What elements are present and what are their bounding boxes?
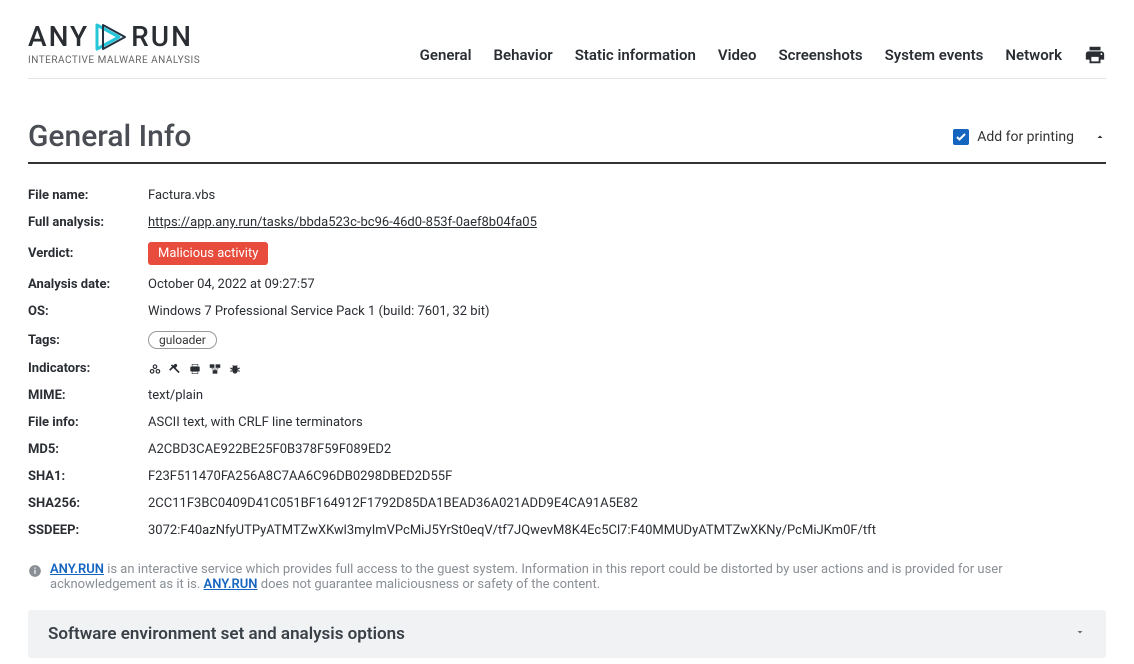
value-sha1: F23F511470FA256A8C7AA6C96DB0298DBED2D55F [148, 469, 452, 484]
chevron-down-icon [1074, 626, 1086, 642]
accordion-software-env[interactable]: Software environment set and analysis op… [28, 610, 1106, 658]
row-sha1: SHA1:F23F511470FA256A8C7AA6C96DB0298DBED… [28, 463, 1106, 490]
tools-icon [168, 362, 182, 376]
row-mime: MIME:text/plain [28, 382, 1106, 409]
nav-general[interactable]: General [420, 46, 472, 64]
row-filename: File name:Factura.vbs [28, 182, 1106, 209]
nav-screenshots[interactable]: Screenshots [779, 46, 863, 64]
logo-text-1: ANY [28, 20, 89, 53]
header: ANY RUN INTERACTIVE MALWARE ANALYSIS Gen… [28, 0, 1106, 79]
main-nav: General Behavior Static information Vide… [420, 46, 1062, 64]
network-icon [208, 362, 222, 376]
row-os: OS:Windows 7 Professional Service Pack 1… [28, 298, 1106, 325]
value-file-info: ASCII text, with CRLF line terminators [148, 415, 363, 430]
info-icon [28, 564, 42, 582]
add-for-printing-checkbox[interactable]: Add for printing [953, 129, 1074, 145]
row-sha256: SHA256:2CC11F3BC0409D41C051BF164912F1792… [28, 490, 1106, 517]
row-analysis-date: Analysis date:October 04, 2022 at 09:27:… [28, 271, 1106, 298]
row-tags: Tags:guloader [28, 325, 1106, 355]
indicator-icons [148, 362, 242, 376]
row-indicators: Indicators: [28, 355, 1106, 382]
nav-network[interactable]: Network [1005, 46, 1062, 64]
value-filename: Factura.vbs [148, 188, 215, 203]
section-header: General Info Add for printing [28, 119, 1106, 164]
row-full-analysis: Full analysis:https://app.any.run/tasks/… [28, 209, 1106, 236]
nav-video[interactable]: Video [718, 46, 757, 64]
row-md5: MD5:A2CBD3CAE922BE25F0B378F59F089ED2 [28, 436, 1106, 463]
value-md5: A2CBD3CAE922BE25F0B378F59F089ED2 [148, 442, 391, 457]
biohazard-icon [148, 362, 162, 376]
info-list: File name:Factura.vbs Full analysis:http… [28, 182, 1106, 544]
row-ssdeep: SSDEEP:3072:F40azNfyUTPyATMTZwXKwl3myImV… [28, 517, 1106, 544]
verdict-badge: Malicious activity [148, 242, 268, 265]
value-os: Windows 7 Professional Service Pack 1 (b… [148, 304, 490, 319]
value-full-analysis-link[interactable]: https://app.any.run/tasks/bbda523c-bc96-… [148, 215, 537, 230]
nav-system-events[interactable]: System events [885, 46, 984, 64]
checkbox-checked-icon [953, 129, 969, 145]
page-title: General Info [28, 119, 191, 154]
printer-icon [188, 362, 202, 376]
value-mime: text/plain [148, 388, 203, 403]
tagline: INTERACTIVE MALWARE ANALYSIS [28, 55, 200, 66]
nav-static[interactable]: Static information [575, 46, 696, 64]
value-analysis-date: October 04, 2022 at 09:27:57 [148, 277, 315, 292]
row-file-info: File info:ASCII text, with CRLF line ter… [28, 409, 1106, 436]
nav-behavior[interactable]: Behavior [494, 46, 553, 64]
disclaimer-link-1[interactable]: ANY.RUN [50, 562, 104, 577]
bug-icon [228, 362, 242, 376]
value-sha256: 2CC11F3BC0409D41C051BF164912F1792D85DA1B… [148, 496, 638, 511]
print-icon[interactable] [1084, 44, 1106, 66]
logo-block[interactable]: ANY RUN INTERACTIVE MALWARE ANALYSIS [28, 20, 200, 66]
logo-text-2: RUN [131, 20, 193, 53]
tag-guloader[interactable]: guloader [148, 331, 217, 349]
accordion-title: Software environment set and analysis op… [48, 624, 405, 644]
play-icon [93, 22, 127, 52]
value-ssdeep: 3072:F40azNfyUTPyATMTZwXKwl3myImVPcMiJ5Y… [148, 523, 876, 538]
row-verdict: Verdict:Malicious activity [28, 236, 1106, 271]
disclaimer-link-2[interactable]: ANY.RUN [204, 577, 258, 592]
disclaimer: ANY.RUN is an interactive service which … [28, 562, 1106, 592]
collapse-icon[interactable] [1094, 131, 1106, 143]
add-for-printing-label: Add for printing [977, 129, 1074, 145]
